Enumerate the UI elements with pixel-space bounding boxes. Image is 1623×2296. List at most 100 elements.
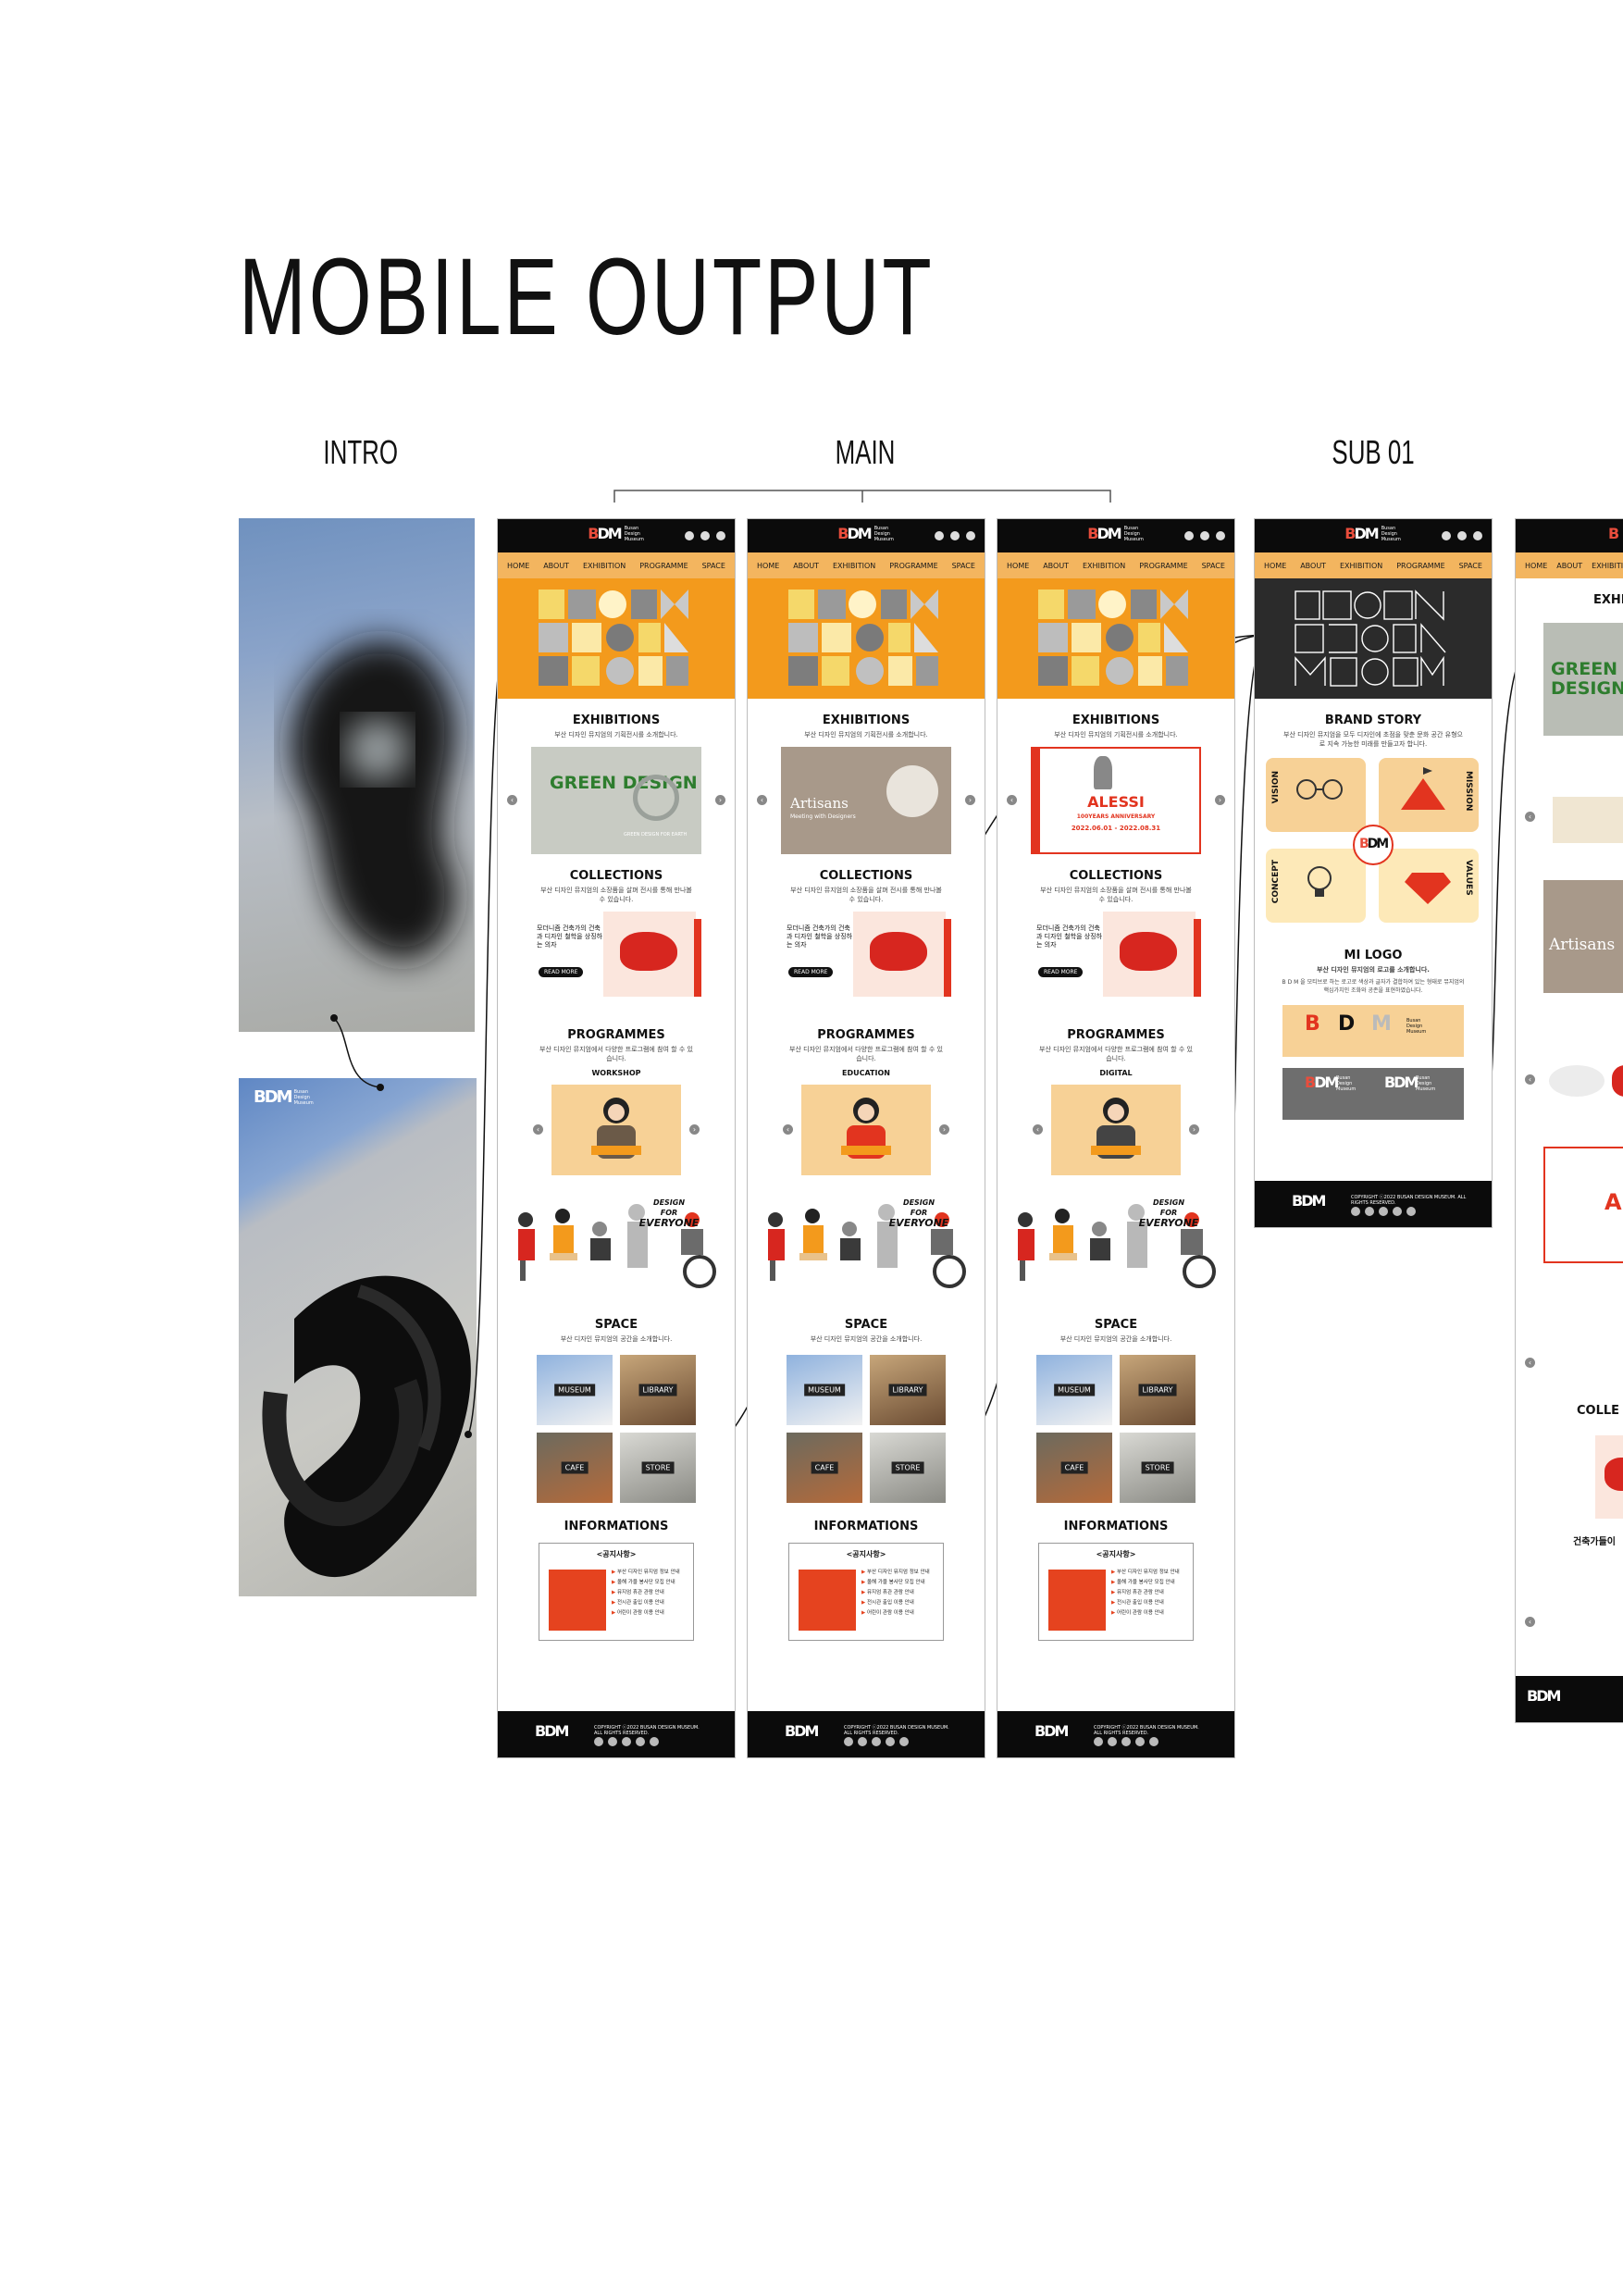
notice-item[interactable]: 부산 디자인 뮤지엄 정보 안내 — [612, 1568, 680, 1578]
notice-item[interactable]: 전시관 출입 이용 안내 — [861, 1598, 930, 1608]
user-icon[interactable] — [1216, 531, 1225, 540]
notice-item[interactable]: 뮤지엄 휴관 관람 안내 — [612, 1588, 680, 1598]
logo[interactable]: BDM Busan Design Museum — [588, 526, 644, 542]
user-icon[interactable] — [966, 531, 975, 540]
space-store[interactable]: STORE — [620, 1433, 696, 1503]
instagram-icon[interactable] — [886, 1737, 895, 1746]
exhibition-slide[interactable]: GREEN DESIGN GREEN DESIGN FOR EARTH — [531, 747, 701, 854]
notice-item[interactable]: 올해 가을 봉사단 모집 안내 — [861, 1578, 930, 1588]
prev-arrow-icon[interactable]: ‹ — [1525, 1617, 1535, 1627]
search-icon[interactable] — [1442, 531, 1451, 540]
user-icon[interactable] — [1473, 531, 1482, 540]
next-arrow-icon[interactable]: › — [1189, 1124, 1199, 1135]
space-store[interactable]: STORE — [1120, 1433, 1196, 1503]
nav-item-home[interactable]: HOME — [1007, 562, 1029, 570]
logo[interactable]: BDM Busan Design Museum — [837, 526, 894, 542]
youtube-icon[interactable] — [872, 1737, 881, 1746]
nav-item-programme[interactable]: PROGRAMME — [1396, 562, 1444, 570]
vision-card[interactable]: VISION — [1266, 758, 1366, 832]
concept-card[interactable]: CONCEPT — [1266, 849, 1366, 923]
twitter-icon[interactable] — [1108, 1737, 1117, 1746]
space-library[interactable]: LIBRARY — [870, 1355, 946, 1425]
space-library[interactable]: LIBRARY — [620, 1355, 696, 1425]
space-museum[interactable]: MUSEUM — [1036, 1355, 1112, 1425]
notice-item[interactable]: 뮤지엄 휴관 관람 안내 — [1111, 1588, 1180, 1598]
space-cafe[interactable]: CAFE — [537, 1433, 613, 1503]
next-arrow-icon[interactable]: › — [939, 1124, 949, 1135]
next-arrow-icon[interactable]: › — [965, 795, 975, 805]
facebook-icon[interactable] — [1094, 1737, 1103, 1746]
prev-arrow-icon[interactable]: ‹ — [1525, 1074, 1535, 1085]
notice-item[interactable]: 전시관 출입 이용 안내 — [612, 1598, 680, 1608]
globe-icon[interactable] — [1457, 531, 1467, 540]
search-icon[interactable] — [685, 531, 694, 540]
logo[interactable]: BDM Busan Design Museum — [1087, 526, 1144, 542]
notice-item[interactable]: 전시관 출입 이용 안내 — [1111, 1598, 1180, 1608]
blog-icon[interactable] — [650, 1737, 659, 1746]
logo[interactable]: BDM Busan Design Museum — [1344, 526, 1401, 542]
youtube-icon[interactable] — [1379, 1207, 1388, 1216]
globe-icon[interactable] — [1200, 531, 1209, 540]
nav-item-space[interactable]: SPACE — [1202, 562, 1225, 570]
space-museum[interactable]: MUSEUM — [787, 1355, 862, 1425]
nav-item-about[interactable]: ABOUT — [793, 562, 819, 570]
prev-arrow-icon[interactable]: ‹ — [757, 795, 767, 805]
prev-arrow-icon[interactable]: ‹ — [1525, 1358, 1535, 1368]
alessi-card[interactable]: AL — [1543, 1147, 1623, 1263]
next-arrow-icon[interactable]: › — [715, 795, 725, 805]
nav-item-exhibition[interactable]: EXHIBITION — [833, 562, 875, 570]
prev-arrow-icon[interactable]: ‹ — [533, 1124, 543, 1135]
notice-item[interactable]: 어린이 관람 이용 안내 — [612, 1608, 680, 1619]
exhibition-slide[interactable]: Artisans Meeting with Designers — [781, 747, 951, 854]
instagram-icon[interactable] — [1135, 1737, 1145, 1746]
nav-item-about[interactable]: ABOUT — [543, 562, 569, 570]
blog-icon[interactable] — [1149, 1737, 1158, 1746]
nav-item-programme[interactable]: PROGRAMME — [1139, 562, 1187, 570]
facebook-icon[interactable] — [844, 1737, 853, 1746]
twitter-icon[interactable] — [858, 1737, 867, 1746]
prev-arrow-icon[interactable]: ‹ — [1033, 1124, 1043, 1135]
notice-item[interactable]: 뮤지엄 휴관 관람 안내 — [861, 1588, 930, 1598]
green-design-card[interactable]: GREEN DESIGN — [1543, 623, 1623, 736]
read-more-button[interactable]: READ MORE — [788, 967, 834, 977]
nav-item-about[interactable]: ABOUT — [1043, 562, 1069, 570]
nav-item-home[interactable]: HOME — [1264, 562, 1286, 570]
read-more-button[interactable]: READ MORE — [1038, 967, 1084, 977]
prev-arrow-icon[interactable]: ‹ — [1007, 795, 1017, 805]
prev-arrow-icon[interactable]: ‹ — [1525, 812, 1535, 822]
nav-item-exhibition[interactable]: EXHIBITION — [583, 562, 626, 570]
search-icon[interactable] — [1184, 531, 1194, 540]
space-cafe[interactable]: CAFE — [787, 1433, 862, 1503]
nav-item-home[interactable]: HOME — [757, 562, 779, 570]
space-museum[interactable]: MUSEUM — [537, 1355, 613, 1425]
prev-arrow-icon[interactable]: ‹ — [507, 795, 517, 805]
next-arrow-icon[interactable]: › — [689, 1124, 700, 1135]
nav-item-home[interactable]: HOME — [507, 562, 529, 570]
nav-item-space[interactable]: SPACE — [1459, 562, 1482, 570]
twitter-icon[interactable] — [608, 1737, 617, 1746]
notice-item[interactable]: 부산 디자인 뮤지엄 정보 안내 — [1111, 1568, 1180, 1578]
nav-item-space[interactable]: SPACE — [952, 562, 975, 570]
notice-item[interactable]: 어린이 관람 이용 안내 — [861, 1608, 930, 1619]
instagram-icon[interactable] — [1393, 1207, 1402, 1216]
blog-icon[interactable] — [899, 1737, 909, 1746]
nav-item-about[interactable]: ABOUT — [1556, 562, 1582, 570]
user-icon[interactable] — [716, 531, 725, 540]
twitter-icon[interactable] — [1365, 1207, 1374, 1216]
notice-item[interactable]: 부산 디자인 뮤지엄 정보 안내 — [861, 1568, 930, 1578]
artisans-card[interactable]: Artisans — [1543, 880, 1623, 993]
next-arrow-icon[interactable]: › — [1215, 795, 1225, 805]
blog-icon[interactable] — [1406, 1207, 1416, 1216]
globe-icon[interactable] — [700, 531, 710, 540]
facebook-icon[interactable] — [1351, 1207, 1360, 1216]
instagram-icon[interactable] — [636, 1737, 645, 1746]
exhibition-slide[interactable]: ALESSI 100YEARS ANNIVERSARY 2022.06.01 -… — [1031, 747, 1201, 854]
facebook-icon[interactable] — [594, 1737, 603, 1746]
space-library[interactable]: LIBRARY — [1120, 1355, 1196, 1425]
read-more-button[interactable]: READ MORE — [539, 967, 584, 977]
notice-item[interactable]: 어린이 관람 이용 안내 — [1111, 1608, 1180, 1619]
nav-item-about[interactable]: ABOUT — [1300, 562, 1326, 570]
nav-item-exhibition[interactable]: EXHIBITION — [1083, 562, 1125, 570]
notice-item[interactable]: 올해 가을 봉사단 모집 안내 — [1111, 1578, 1180, 1588]
youtube-icon[interactable] — [622, 1737, 631, 1746]
